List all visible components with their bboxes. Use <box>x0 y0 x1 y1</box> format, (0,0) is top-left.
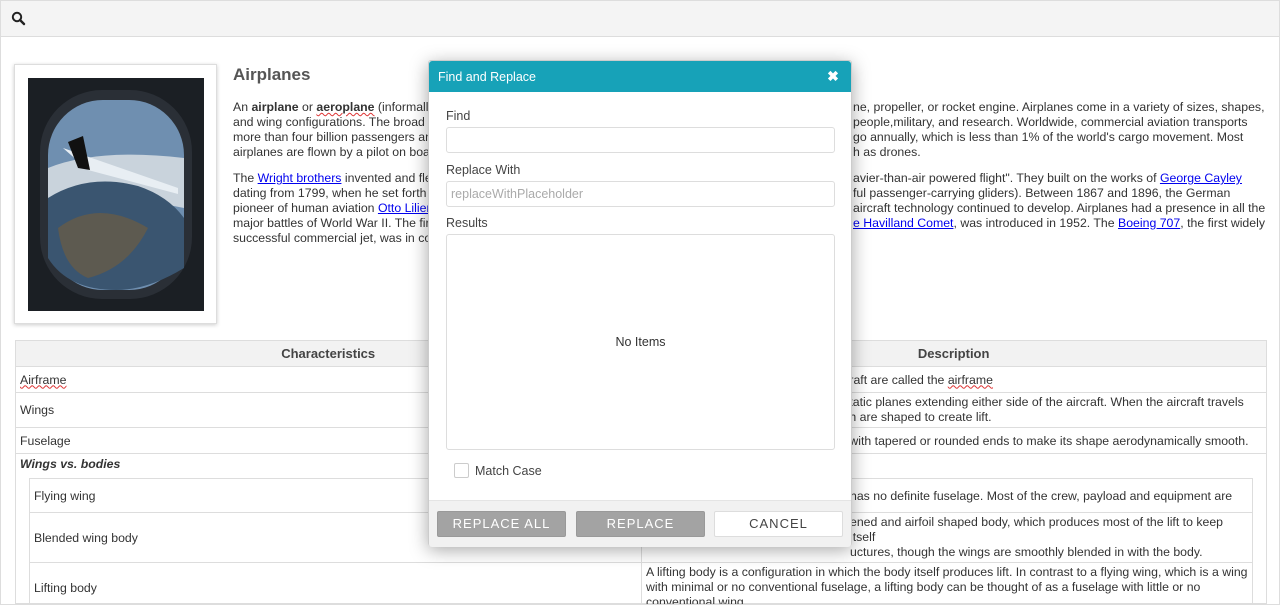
link-otto-lilienthal[interactable]: Otto Lilien <box>378 201 433 215</box>
find-input[interactable] <box>446 127 835 153</box>
editor-toolbar <box>0 0 1280 37</box>
link-george-cayley[interactable]: George Cayley <box>1160 171 1242 185</box>
table-cell: Lifting body <box>29 562 642 604</box>
results-label: Results <box>446 216 488 230</box>
cancel-button[interactable]: CANCEL <box>714 511 843 537</box>
dialog-header: Find and Replace ✖ <box>429 61 851 92</box>
link-boeing-707[interactable]: Boeing 707 <box>1118 216 1180 230</box>
search-icon[interactable] <box>9 9 29 29</box>
replace-all-button[interactable]: REPLACE ALL <box>437 511 566 537</box>
results-list[interactable]: No Items <box>446 234 835 450</box>
dialog-title: Find and Replace <box>438 70 536 84</box>
find-label: Find <box>446 109 471 123</box>
dialog-footer: REPLACE ALL REPLACE CANCEL <box>429 500 851 547</box>
airplane-window-image <box>14 64 217 324</box>
replace-button[interactable]: REPLACE <box>576 511 705 537</box>
link-de-havilland-comet[interactable]: e Havilland Comet <box>853 216 953 230</box>
match-case-checkbox[interactable] <box>454 463 469 478</box>
link-wright-brothers[interactable]: Wright brothers <box>258 171 342 185</box>
replace-label: Replace With <box>446 163 521 177</box>
match-case-label: Match Case <box>475 464 542 478</box>
page-title: Airplanes <box>233 65 311 84</box>
table-cell: A lifting body is a configuration in whi… <box>641 562 1253 604</box>
section-heading: Wings vs. bodies <box>20 457 121 471</box>
replace-input[interactable] <box>446 181 835 207</box>
results-empty-text: No Items <box>615 335 666 349</box>
find-replace-dialog: Find and Replace ✖ Find Replace With Res… <box>428 60 852 547</box>
close-icon[interactable]: ✖ <box>825 68 841 84</box>
table-row: Lifting body A lifting body is a configu… <box>29 562 1253 604</box>
